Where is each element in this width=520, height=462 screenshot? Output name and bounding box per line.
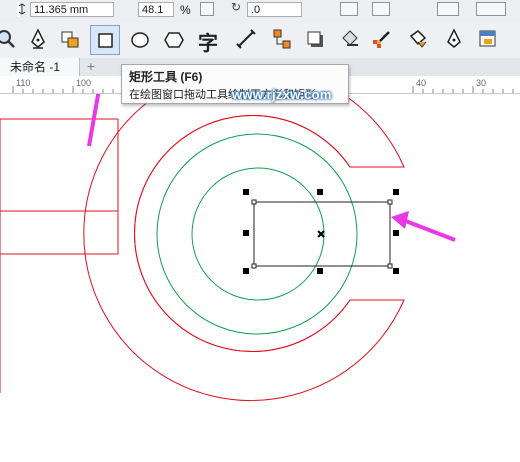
mirror-vertical-button[interactable]	[372, 2, 390, 16]
outline-pen-icon	[447, 28, 461, 48]
handle-top-center	[317, 189, 323, 195]
transparency-tool[interactable]	[336, 25, 366, 55]
interactive-fill-tool[interactable]	[404, 25, 434, 55]
scale-unit: %	[180, 3, 191, 17]
eyedropper-tool[interactable]	[368, 25, 398, 55]
dimension-icon	[236, 29, 256, 49]
ruler-label: 110	[16, 78, 31, 88]
paint-bucket-icon	[409, 30, 427, 48]
rectangle-tool[interactable]	[90, 25, 120, 55]
eyedropper-icon	[373, 31, 390, 48]
text-icon: 字	[198, 31, 218, 55]
freehand-tool[interactable]	[24, 25, 54, 55]
handle-bottom-center	[317, 268, 323, 274]
ellipse-icon	[131, 32, 149, 48]
round-corner-button[interactable]	[476, 2, 506, 16]
annotation-arrow-to-rect	[402, 218, 456, 242]
shadow-icon	[307, 31, 323, 47]
ruler-label: 30	[476, 78, 487, 88]
hexagon-icon	[164, 32, 184, 48]
mirror-horizontal-button[interactable]	[340, 2, 358, 16]
green-outer-circle[interactable]	[156, 133, 358, 335]
rectangle-icon	[98, 33, 113, 48]
rotation-field[interactable]: .0	[247, 2, 302, 17]
color-palette-tool[interactable]	[474, 25, 504, 55]
handle-middle-left	[243, 230, 249, 236]
annotation-arrowhead-rect	[391, 211, 409, 229]
add-tab-button[interactable]: +	[84, 58, 98, 76]
handle-bottom-left	[243, 268, 249, 274]
outline-pen-tool[interactable]	[440, 25, 470, 55]
handle-middle-right	[393, 230, 399, 236]
transparency-icon	[342, 30, 358, 46]
shadow-tool[interactable]	[302, 25, 332, 55]
size-icon	[17, 2, 26, 17]
smart-fill-tool[interactable]	[56, 25, 86, 55]
document-tab[interactable]: 未命名 -1	[0, 58, 80, 76]
ellipse-tool[interactable]	[126, 25, 156, 55]
dimension-tool[interactable]	[232, 25, 262, 55]
ruler-label: 40	[416, 78, 427, 88]
drawing-canvas[interactable]	[0, 94, 520, 462]
handle-bottom-right	[393, 268, 399, 274]
scale-field[interactable]: 48.1	[138, 2, 174, 17]
fill-bucket-icon	[61, 31, 79, 48]
pen-nib-icon	[31, 28, 45, 49]
magnifier-icon	[0, 30, 15, 48]
tooltip-title: 矩形工具 (F6)	[129, 70, 203, 84]
handle-top-left	[243, 189, 249, 195]
connector-tool[interactable]	[268, 25, 298, 55]
polygon-tool[interactable]	[160, 25, 190, 55]
green-inner-circle[interactable]	[191, 167, 325, 301]
lock-ratio-button[interactable]	[200, 2, 214, 16]
watermark: www.rjzxw.com	[232, 87, 332, 102]
annotation-arrow-to-tool	[87, 94, 101, 147]
toolbox: 字	[0, 22, 520, 59]
palette-icon	[479, 30, 496, 47]
left-red-shape[interactable]	[0, 118, 119, 255]
red-inner-arc	[134, 115, 351, 352]
rotation-icon: ↻	[231, 0, 242, 14]
center-x-mark	[317, 230, 325, 238]
size-field[interactable]: 11.365 mm	[30, 2, 114, 17]
corner-button[interactable]	[437, 2, 459, 16]
property-bar: 11.365 mm 48.1 % ↻ .0	[0, 0, 520, 23]
zoom-tool[interactable]	[0, 25, 22, 55]
ruler-label: 100	[76, 78, 92, 88]
handle-top-right	[393, 189, 399, 195]
connector-icon	[273, 29, 291, 49]
text-tool[interactable]: 字	[194, 25, 224, 55]
